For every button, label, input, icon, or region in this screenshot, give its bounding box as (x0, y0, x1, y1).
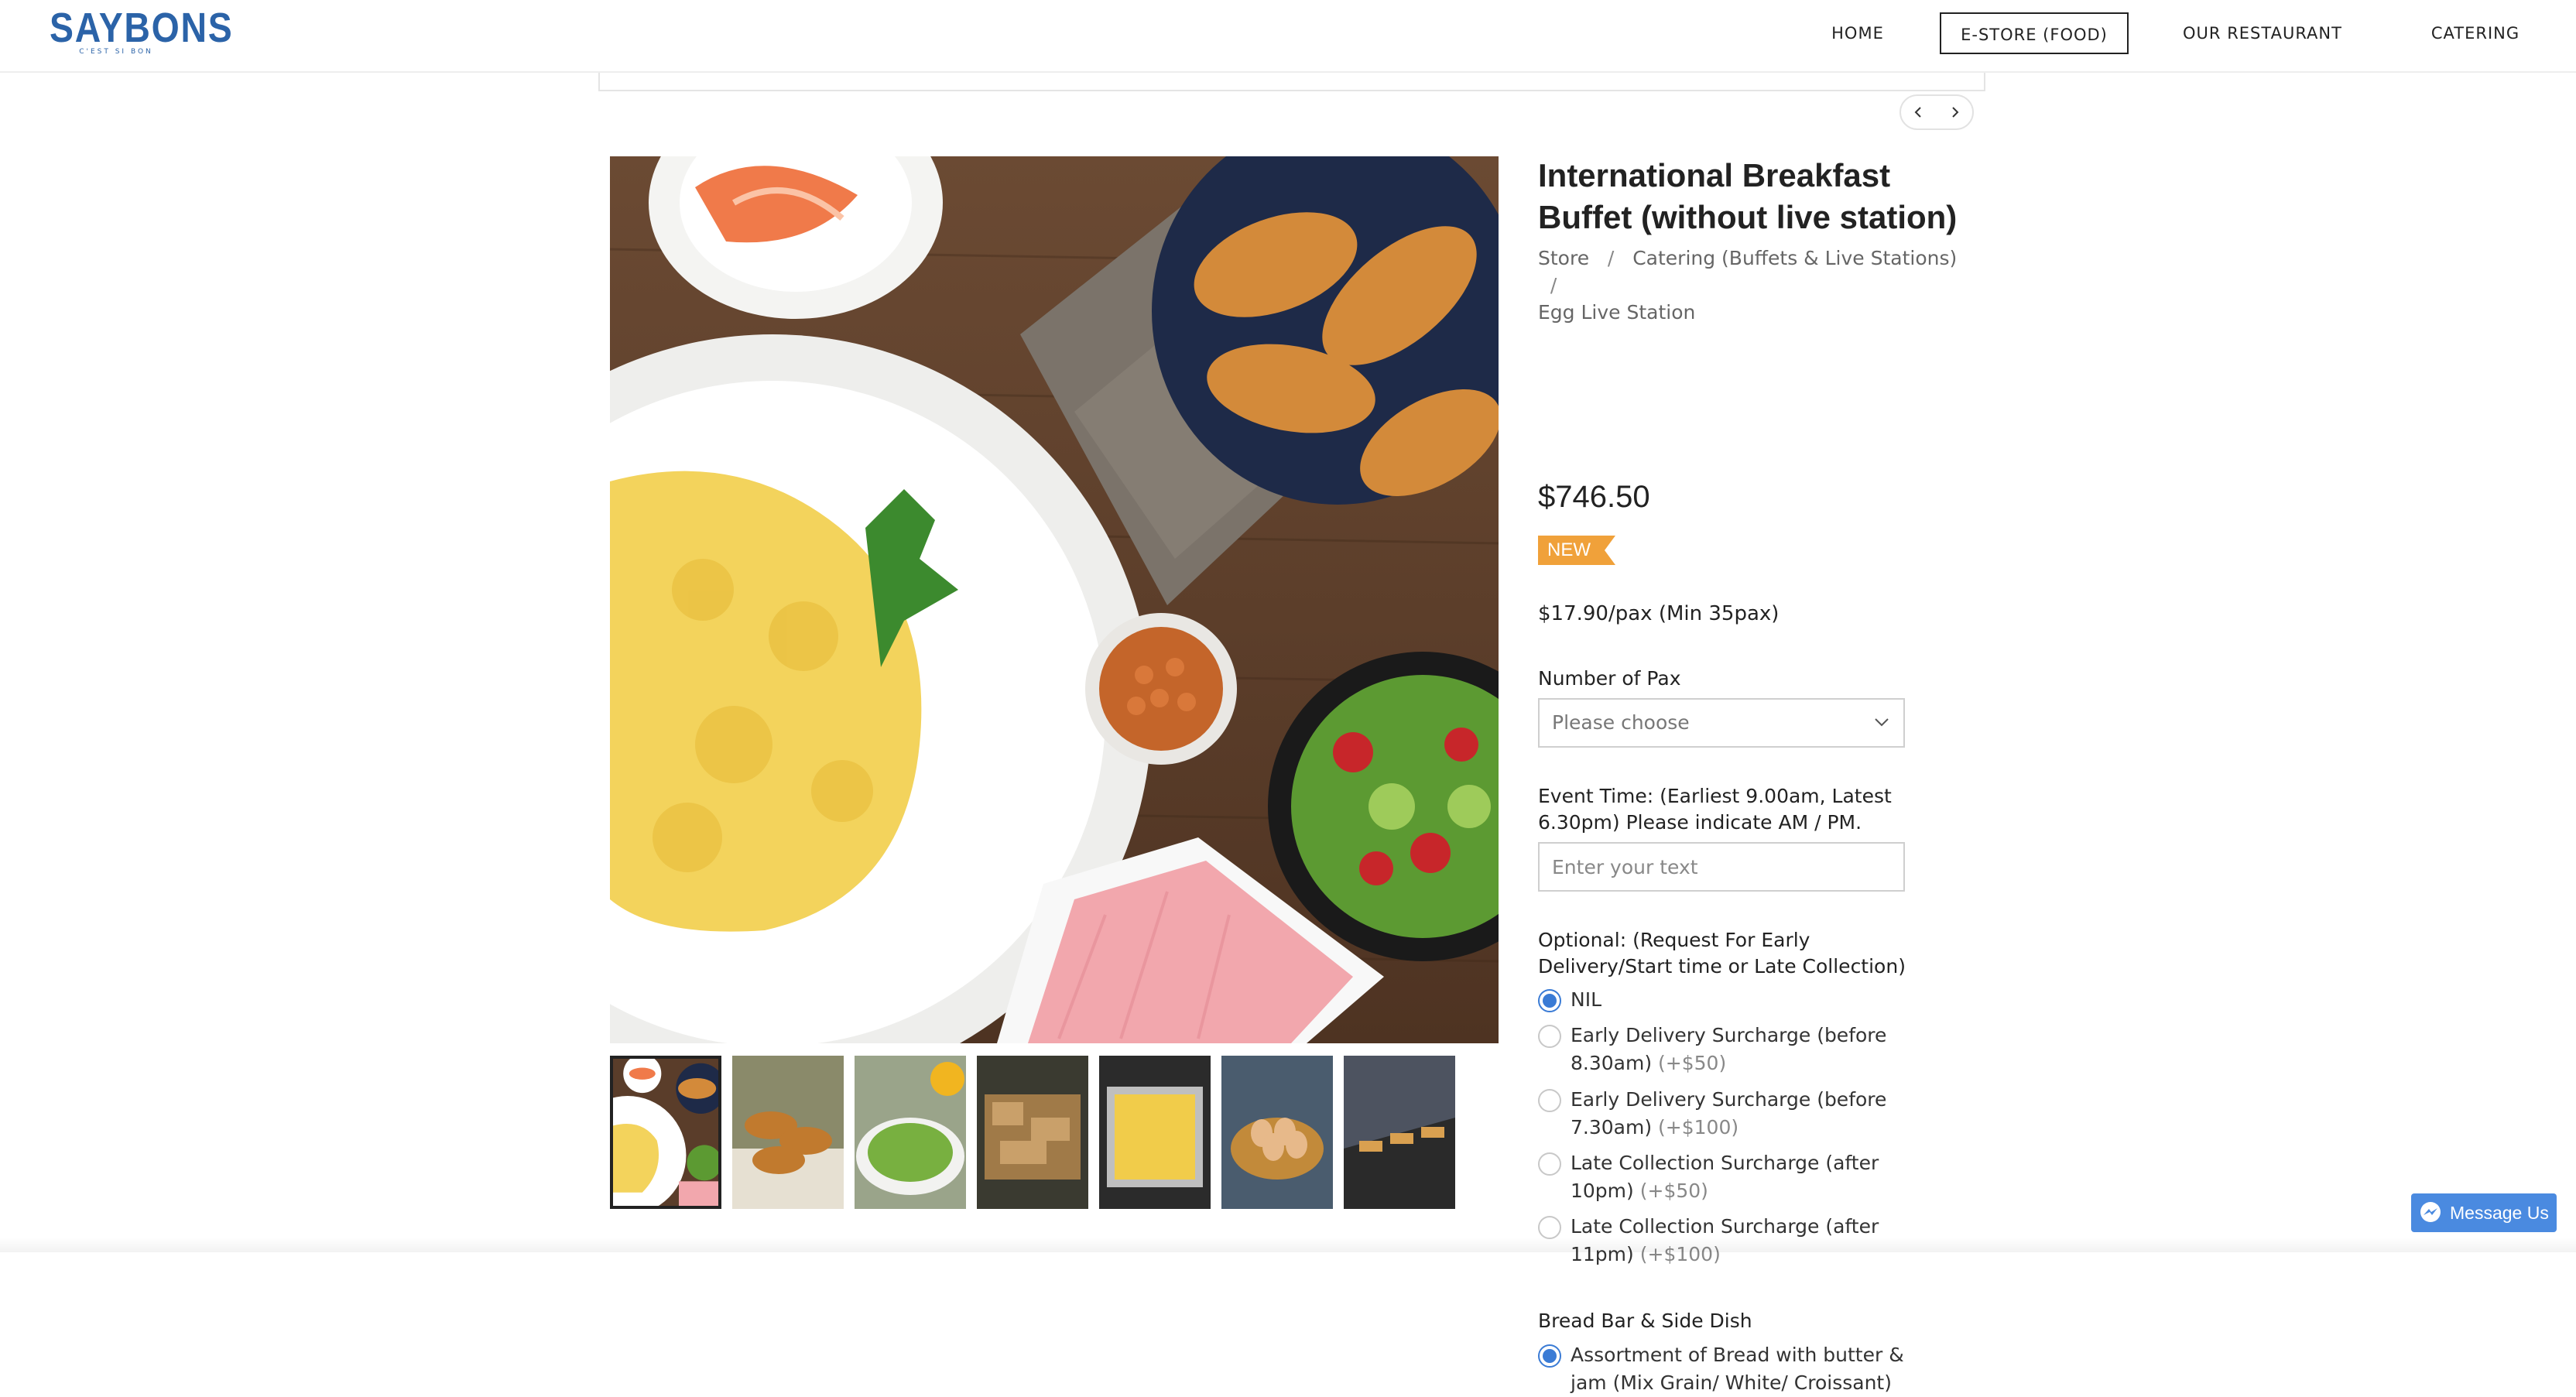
chevron-left-icon (1914, 107, 1921, 118)
radio-button[interactable] (1538, 1089, 1561, 1112)
radio-button[interactable] (1538, 1152, 1561, 1176)
thumbnail-croissants[interactable] (732, 1056, 844, 1209)
surcharge-amount: (+$50) (1658, 1052, 1727, 1074)
content-frame-top (598, 73, 1985, 91)
radio-button[interactable] (1538, 1344, 1561, 1368)
per-pax-price: $17.90/pax (Min 35pax) (1538, 602, 1780, 625)
radio-option-label: Early Delivery Surcharge (before 8.30am) (1571, 1024, 1887, 1074)
thumbnail-salad[interactable] (855, 1056, 966, 1209)
radio-option-label: Assortment of Bread with butter & jam (M… (1571, 1344, 1904, 1394)
radio-button[interactable] (1538, 1025, 1561, 1048)
breadcrumb: Store / Catering (Buffets & Live Station… (1538, 245, 1971, 326)
nav-our-restaurant[interactable]: OUR RESTAURANT (2150, 12, 2375, 54)
breadcrumb-separator: / (1550, 274, 1557, 296)
radio-option-label-wrap: Early Delivery Surcharge (before 8.30am)… (1571, 1022, 1934, 1077)
product-price: $746.50 (1538, 480, 1650, 514)
radio-option-label: NIL (1571, 988, 1602, 1011)
breadcrumb-separator: / (1607, 247, 1615, 269)
thumbnail-buffet-table[interactable] (1344, 1056, 1455, 1209)
chevron-right-icon (1952, 107, 1959, 118)
radio-option-label-wrap: Early Delivery Surcharge (before 7.30am)… (1571, 1086, 1934, 1142)
breadcrumb-category[interactable]: Catering (Buffets & Live Stations) (1632, 247, 1957, 269)
event-time-input[interactable] (1538, 842, 1905, 892)
thumbnail-breakfast-spread[interactable] (610, 1056, 721, 1209)
radio-button[interactable] (1538, 989, 1561, 1012)
nav-home[interactable]: HOME (1802, 12, 1913, 54)
product-title: International Breakfast Buffet (without … (1538, 157, 1958, 235)
pax-select-value: Please choose (1552, 711, 1690, 734)
pax-label: Number of Pax (1538, 667, 1681, 690)
brand-logo[interactable]: SAYBONS C'EST SI BON (39, 5, 234, 62)
chevron-down-icon (1875, 718, 1889, 727)
surcharge-amount: (+$50) (1639, 1180, 1708, 1202)
product-pager (1899, 94, 1974, 130)
thumbnail-eggs-bowl[interactable] (1221, 1056, 1333, 1209)
nav-e-store[interactable]: E-STORE (FOOD) (1940, 12, 2129, 54)
radio-option-label-wrap: Late Collection Surcharge (after 10pm) (… (1571, 1149, 1934, 1205)
radio-option-label: Late Collection Surcharge (after 10pm) (1571, 1152, 1879, 1202)
next-product-button[interactable] (1937, 96, 1972, 128)
thumbnail-scrambled-egg-tray[interactable] (1099, 1056, 1211, 1209)
pax-select[interactable]: Please choose (1538, 698, 1905, 748)
surcharge-amount: (+$100) (1658, 1116, 1739, 1138)
logo-wordmark: SAYBONS (50, 5, 234, 51)
breadcrumb-subcategory[interactable]: Egg Live Station (1538, 301, 1695, 324)
breadcrumb-store[interactable]: Store (1538, 247, 1589, 269)
bottom-fade (0, 1237, 2576, 1252)
site-header: SAYBONS C'EST SI BON HOME E-STORE (FOOD)… (0, 0, 2576, 73)
thumbnail-bread-basket[interactable] (977, 1056, 1088, 1209)
radio-button[interactable] (1538, 1216, 1561, 1239)
optional-label: Optional: (Request For Early Delivery/St… (1538, 929, 1906, 978)
product-main-image[interactable] (610, 156, 1499, 1043)
main-nav: HOME E-STORE (FOOD) OUR RESTAURANT CATER… (1802, 12, 2576, 54)
message-us-label: Message Us (2450, 1203, 2549, 1223)
new-badge: NEW (1538, 536, 1615, 565)
message-us-button[interactable]: Message Us (2411, 1193, 2557, 1232)
thumbnail-gallery (610, 1056, 1499, 1209)
messenger-icon (2420, 1202, 2441, 1222)
prev-product-button[interactable] (1901, 96, 1937, 128)
bread-bar-label: Bread Bar & Side Dish (1538, 1310, 1752, 1332)
nav-catering[interactable]: CATERING (2398, 12, 2553, 54)
event-time-label: Event Time: (Earliest 9.00am, Latest 6.3… (1538, 785, 1892, 834)
